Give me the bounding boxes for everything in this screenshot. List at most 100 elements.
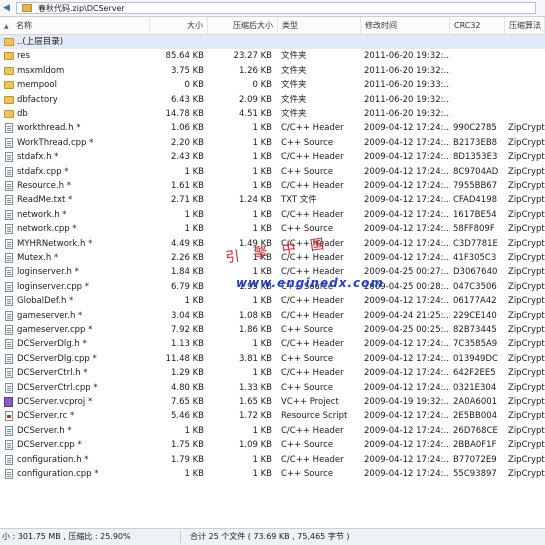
file-row[interactable]: mempool 0 KB 0 KB 文件夹 2011-06-20 19:33:... — [0, 78, 545, 92]
column-name[interactable]: ▲ 名称 — [0, 17, 150, 35]
file-row[interactable]: ReadMe.txt * 2.71 KB 1.24 KB TXT 文件 2009-04-… — [0, 193, 545, 207]
column-modified-label: 修改时间 — [365, 21, 397, 30]
parent-directory-row[interactable]: ..(上层目录) — [0, 35, 545, 50]
file-size: 7.65 KB — [170, 397, 204, 407]
file-modified: 2009-04-25 00:25:... — [364, 325, 450, 335]
file-row[interactable]: DCServerCtrl.h * 1.29 KB 1 KB C/C++ Header 2… — [0, 366, 545, 380]
file-modified: 2009-04-24 21:25:... — [364, 310, 450, 321]
folder-icon — [4, 110, 14, 118]
file-icon — [5, 209, 13, 220]
file-crc32: 26D768CE — [453, 425, 498, 436]
file-row[interactable]: GlobalDef.h * 1 KB 1 KB C/C++ Header 2009-04… — [0, 294, 545, 308]
file-row[interactable]: DCServerCtrl.cpp * 4.80 KB 1.33 KB C++ Sour… — [0, 381, 545, 395]
file-row[interactable]: db 14.78 KB 4.51 KB 文件夹 2011-06-20 19:32:... — [0, 107, 545, 121]
file-packed-size: 1 KB — [252, 469, 272, 479]
file-packed-size: 1.09 KB — [238, 440, 272, 451]
file-size: 11.48 KB — [165, 353, 204, 364]
file-type: C/C++ Header — [281, 209, 344, 220]
file-row[interactable]: network.cpp * 1 KB 1 KB C++ Source 2009-04-1… — [0, 222, 545, 236]
file-row[interactable]: dbfactory 6.43 KB 2.09 KB 文件夹 2011-06-20 19:… — [0, 93, 545, 107]
column-method[interactable]: 压缩算法 — [505, 17, 545, 35]
file-row[interactable]: gameserver.h * 3.04 KB 1.08 KB C/C++ Header… — [0, 309, 545, 323]
file-crc32: 0321E304 — [453, 382, 497, 393]
file-method — [508, 93, 545, 107]
file-name: configuration.h * — [17, 454, 89, 465]
file-size: 1 KB — [184, 425, 204, 436]
file-packed-size: 1 KB — [252, 368, 272, 379]
file-row[interactable]: DCServer.cpp * 1.75 KB 1.09 KB C++ Source 20… — [0, 438, 545, 452]
file-packed-size: 1.65 KB — [238, 397, 272, 407]
file-icon — [5, 425, 13, 436]
file-crc32: 7955BB67 — [453, 181, 498, 191]
file-type: 文件夹 — [281, 51, 307, 62]
file-row[interactable]: DCServer.rc * 5.46 KB 1.72 KB Resource Scri… — [0, 409, 545, 423]
file-size: 1.29 KB — [170, 368, 204, 379]
file-crc32: 047C3506 — [453, 281, 497, 292]
file-row[interactable]: workthread.h * 1.06 KB 1 KB C/C++ Header 200… — [0, 121, 545, 135]
file-icon — [5, 181, 13, 191]
file-type: 文件夹 — [281, 94, 307, 105]
file-name: Mutex.h * — [17, 253, 59, 263]
file-type: 文件夹 — [281, 109, 307, 119]
file-crc32: 2BBA0F1F — [453, 440, 497, 451]
file-packed-size: 1 KB — [252, 123, 272, 134]
file-icon — [5, 339, 13, 350]
file-icon — [5, 152, 13, 163]
file-row[interactable]: network.h * 1 KB 1 KB C/C++ Header 2009-04-1… — [0, 208, 545, 222]
file-method: ZipCrypto — [508, 209, 545, 220]
column-crc[interactable]: CRC32 — [450, 17, 505, 35]
file-row[interactable]: configuration.h * 1.79 KB 1 KB C/C++ Header… — [0, 453, 545, 467]
file-crc32: 2E5BB004 — [453, 411, 498, 422]
file-row[interactable]: gameserver.cpp * 7.92 KB 1.86 KB C++ Source… — [0, 323, 545, 337]
file-modified: 2009-04-12 17:24:... — [364, 440, 450, 451]
file-crc32: C3D7781E — [453, 238, 498, 249]
file-method: ZipCrypto — [508, 425, 545, 436]
file-method: ZipCrypto — [508, 296, 545, 307]
file-type: Resource Script — [281, 411, 348, 422]
file-row[interactable]: DCServer.h * 1 KB 1 KB C/C++ Header 2009-04-… — [0, 424, 545, 438]
file-crc32 — [453, 49, 505, 63]
file-size: 3.04 KB — [170, 310, 204, 321]
file-row[interactable]: DCServer.vcproj * 7.65 KB 1.65 KB VC++ Proj… — [0, 395, 545, 409]
file-type: C/C++ Header — [281, 425, 344, 436]
file-size: 6.43 KB — [170, 94, 204, 105]
file-icon — [5, 253, 13, 263]
file-size: 1.79 KB — [170, 454, 204, 465]
file-row[interactable]: WorkThread.cpp * 2.20 KB 1 KB C++ Source 200… — [0, 136, 545, 150]
column-type[interactable]: 类型 — [278, 17, 361, 35]
file-name: stdafx.cpp * — [17, 166, 69, 177]
file-row[interactable]: msxmldom 3.75 KB 1.26 KB 文件夹 2011-06-20 19:3… — [0, 64, 545, 78]
column-packed[interactable]: 压缩后大小 — [208, 17, 278, 35]
file-crc32: B2173EB8 — [453, 137, 498, 148]
status-right: 合计 25 个文件 ( 73.69 KB , 75,465 字节 ) — [190, 532, 350, 541]
file-name: network.cpp * — [17, 224, 77, 235]
file-type: C/C++ Header — [281, 152, 344, 163]
address-bar: ◀ 春秋代码.zip\DCServer — [0, 0, 545, 17]
file-modified: 2009-04-12 17:24:... — [364, 353, 450, 364]
column-size[interactable]: 大小 — [150, 17, 208, 35]
file-crc32: 41F305C3 — [453, 253, 497, 263]
file-method: ZipCrypto — [508, 382, 545, 393]
back-arrow-icon[interactable]: ◀ — [3, 3, 13, 13]
file-size: 2.26 KB — [170, 253, 204, 263]
file-icon — [5, 166, 13, 177]
file-row[interactable]: res 85.64 KB 23.27 KB 文件夹 2011-06-20 19:32:.… — [0, 49, 545, 63]
path-text: 春秋代码.zip\DCServer — [38, 4, 125, 13]
file-icon — [5, 368, 13, 379]
file-method: ZipCrypto — [508, 325, 545, 335]
file-icon — [5, 224, 13, 235]
file-row[interactable]: DCServerDlg.h * 1.13 KB 1 KB C/C++ Header 20… — [0, 337, 545, 351]
file-type: 文件夹 — [281, 80, 307, 91]
column-modified[interactable]: 修改时间 — [361, 17, 450, 35]
file-row[interactable]: stdafx.h * 2.43 KB 1 KB C/C++ Header 2009-04… — [0, 150, 545, 164]
file-modified: 2009-04-12 17:24:... — [364, 166, 450, 177]
file-row[interactable]: stdafx.cpp * 1 KB 1 KB C++ Source 2009-04-12… — [0, 165, 545, 179]
file-method: ZipCrypto — [508, 281, 545, 292]
file-row[interactable]: DCServerDlg.cpp * 11.48 KB 3.81 KB C++ Sour… — [0, 352, 545, 366]
file-row[interactable]: configuration.cpp * 1 KB 1 KB C++ Source 200… — [0, 467, 545, 481]
file-row[interactable]: Resource.h * 1.61 KB 1 KB C/C++ Header 2009-… — [0, 179, 545, 193]
file-size — [150, 35, 204, 49]
file-modified: 2009-04-12 17:24:... — [364, 224, 450, 235]
file-modified: 2009-04-19 19:32:... — [364, 397, 450, 407]
column-name-label: 名称 — [16, 21, 32, 30]
